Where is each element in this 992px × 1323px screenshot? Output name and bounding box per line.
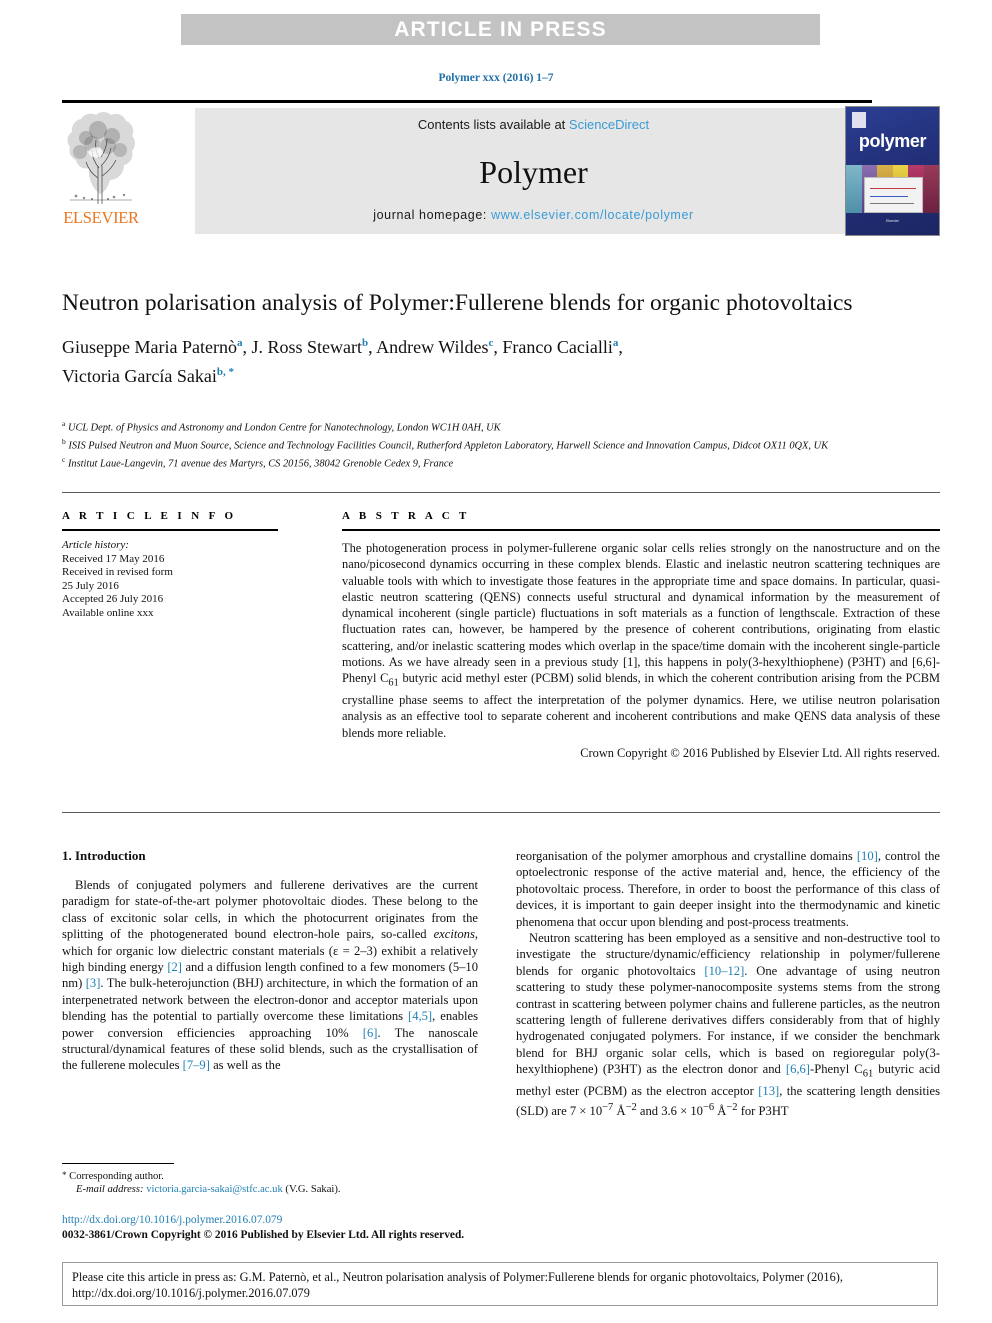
asterisk-icon: * xyxy=(62,1170,67,1180)
author-name: Andrew Wildes xyxy=(376,337,489,357)
running-head-label: Polymer xxx (2016) 1–7 xyxy=(438,72,554,84)
journal-masthead: ELSEVIER Contents lists available at Sci… xyxy=(62,100,940,236)
citation-link[interactable]: [10–12] xyxy=(704,964,744,978)
body-left-column: 1. Introduction Blends of conjugated pol… xyxy=(62,848,478,1074)
body-paragraph: reorganisation of the polymer amorphous … xyxy=(516,849,940,929)
citation-link[interactable]: [2] xyxy=(167,960,182,974)
contents-prefix-label: Contents lists available at xyxy=(417,117,569,132)
corresponding-author-note: * Corresponding author. xyxy=(62,1169,478,1183)
email-link[interactable]: victoria.garcia-sakai@stfc.ac.uk xyxy=(146,1184,283,1195)
elsevier-logo: ELSEVIER xyxy=(62,108,140,234)
footnote-rule xyxy=(62,1163,174,1164)
citation-link[interactable]: [6] xyxy=(363,1026,378,1040)
article-history-item: 25 July 2016 xyxy=(62,579,119,592)
running-head: Polymer xxx (2016) 1–7 xyxy=(0,72,992,84)
email-note: E-mail address: victoria.garcia-sakai@st… xyxy=(62,1183,478,1196)
citation-link[interactable]: [7–9] xyxy=(183,1058,210,1072)
affiliation-text: UCL Dept. of Physics and Astronomy and L… xyxy=(67,422,501,434)
abstract-heading: A B S T R A C T xyxy=(342,510,470,522)
author-name: Giuseppe Maria Paternò xyxy=(62,337,237,357)
doi-link[interactable]: http://dx.doi.org/10.1016/j.polymer.2016… xyxy=(62,1213,492,1228)
elsevier-tree-icon xyxy=(62,108,140,208)
journal-homepage-line: journal homepage: www.elsevier.com/locat… xyxy=(195,208,872,222)
article-history-item: Received in revised form xyxy=(62,566,173,579)
email-address-label: E-mail address: xyxy=(76,1184,144,1196)
contents-available-line: Contents lists available at ScienceDirec… xyxy=(195,117,872,132)
section-heading-introduction: 1. Introduction xyxy=(62,848,146,863)
band-bottom-rule xyxy=(62,812,940,813)
author-list: Giuseppe Maria Paternòa, J. Ross Stewart… xyxy=(62,331,872,389)
affiliation-text: ISIS Pulsed Neutron and Muon Source, Sci… xyxy=(68,440,829,452)
cover-journal-title: polymer xyxy=(858,131,927,151)
contents-box: Contents lists available at ScienceDirec… xyxy=(195,108,872,234)
author-affiliation-mark: b, * xyxy=(216,366,234,378)
citation-link[interactable]: [10] xyxy=(857,849,878,863)
article-history-item: Accepted 26 July 2016 xyxy=(62,593,164,606)
affiliation-text: Institut Laue-Langevin, 71 avenue des Ma… xyxy=(67,458,454,470)
author-separator: , xyxy=(618,337,623,357)
article-history-label: Article history: xyxy=(62,539,129,551)
article-info-column: A R T I C L E I N F O Article history: R… xyxy=(62,510,317,621)
author-name: J. Ross Stewart xyxy=(251,337,362,357)
affiliation-mark: a xyxy=(62,419,66,428)
abstract-column: A B S T R A C T The photogeneration proc… xyxy=(342,510,940,761)
sciencedirect-link[interactable]: ScienceDirect xyxy=(569,117,649,132)
author-name: Victoria García Sakai xyxy=(62,366,217,386)
article-in-press-banner: ARTICLE IN PRESS xyxy=(181,14,820,45)
article-in-press-label: ARTICLE IN PRESS xyxy=(394,17,607,41)
body-paragraph: Neutron scattering has been employed as … xyxy=(516,931,941,1118)
elsevier-wordmark: ELSEVIER xyxy=(63,208,139,227)
body-paragraph: Blends of conjugated polymers and fuller… xyxy=(62,878,479,1073)
affiliation-list: a UCL Dept. of Physics and Astronomy and… xyxy=(62,417,872,471)
abstract-copyright: Crown Copyright © 2016 Published by Else… xyxy=(580,746,940,761)
footnote-block: * Corresponding author. E-mail address: … xyxy=(62,1163,478,1197)
cite-this-article-text: Please cite this article in press as: G.… xyxy=(72,1270,843,1300)
affiliation-item: c Institut Laue-Langevin, 71 avenue des … xyxy=(62,453,872,471)
affiliation-item: a UCL Dept. of Physics and Astronomy and… xyxy=(62,417,872,435)
page-title: Neutron polarisation analysis of Polymer… xyxy=(62,290,853,316)
article-info-heading: A R T I C L E I N F O xyxy=(62,510,237,522)
author-separator: , xyxy=(368,337,377,357)
homepage-label: journal homepage: xyxy=(373,208,492,222)
citation-link[interactable]: [3] xyxy=(86,976,101,990)
body-right-column: reorganisation of the polymer amorphous … xyxy=(516,848,940,1119)
journal-title: Polymer xyxy=(479,154,588,190)
affiliation-item: b ISIS Pulsed Neutron and Muon Source, S… xyxy=(62,435,872,453)
issn-copyright-line: 0032-3861/Crown Copyright © 2016 Publish… xyxy=(62,1229,465,1241)
abstract-body: The photogeneration process in polymer-f… xyxy=(342,541,940,740)
citation-link[interactable]: [4,5] xyxy=(408,1009,432,1023)
email-owner-label: (V.G. Sakai). xyxy=(285,1184,341,1196)
author-name: Franco Cacialli xyxy=(502,337,613,357)
doi-block: http://dx.doi.org/10.1016/j.polymer.2016… xyxy=(62,1213,492,1243)
citation-link[interactable]: [6,6] xyxy=(786,1062,810,1076)
cover-elsevier-mark-icon xyxy=(852,112,866,128)
journal-cover-thumbnail: polymer Elsevier xyxy=(845,106,940,236)
emphasis-text: excitons xyxy=(433,927,475,942)
title-block: Neutron polarisation analysis of Polymer… xyxy=(62,288,872,389)
abstract-heading-rule xyxy=(342,529,940,531)
article-history-block: Article history: Received 17 May 2016 Re… xyxy=(62,539,317,621)
cover-footer-label: Elsevier xyxy=(886,219,899,223)
citation-link[interactable]: [13] xyxy=(758,1084,779,1098)
article-info-heading-rule xyxy=(62,529,278,531)
journal-homepage-link[interactable]: www.elsevier.com/locate/polymer xyxy=(491,208,694,222)
masthead-top-rule xyxy=(62,100,872,103)
cite-this-article-box: Please cite this article in press as: G.… xyxy=(62,1262,938,1306)
article-history-item: Received 17 May 2016 xyxy=(62,552,165,565)
band-top-rule xyxy=(62,492,940,493)
affiliation-mark: c xyxy=(62,455,66,465)
corresponding-author-label: Corresponding author. xyxy=(69,1171,164,1182)
cover-inset-figure xyxy=(864,177,923,213)
article-history-item: Available online xxx xyxy=(62,606,154,619)
affiliation-mark: b xyxy=(62,437,66,447)
